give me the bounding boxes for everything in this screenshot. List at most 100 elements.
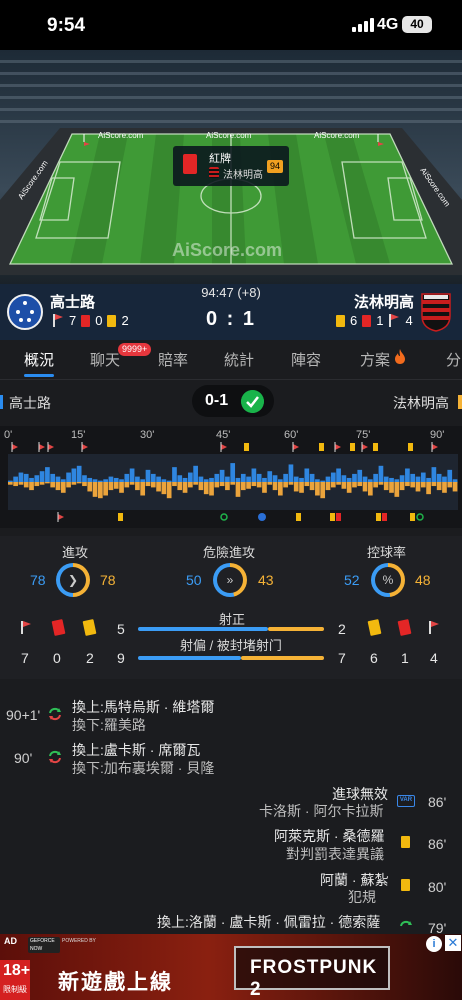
away-pressure-bar xyxy=(113,482,119,489)
away-pressure-bar xyxy=(405,482,410,487)
home-pressure-bar xyxy=(188,472,193,482)
home-pressure-bar xyxy=(156,476,161,482)
tab-odds[interactable]: 賠率 xyxy=(158,349,188,370)
away-pressure-bar xyxy=(293,482,299,492)
home-pressure-bar xyxy=(293,476,299,482)
away-pressure-bar xyxy=(251,482,257,487)
red-card-icon xyxy=(362,314,372,327)
away-pressure-bar xyxy=(71,482,77,485)
event-title: 換上:洛蘭 · 盧卡斯 · 佩雷拉 · 德索薩 xyxy=(157,914,381,930)
home-pressure-bar xyxy=(325,476,331,482)
home-pressure-bar xyxy=(140,479,146,482)
home-pressure-bar xyxy=(330,472,336,482)
home-pressure-bar xyxy=(50,473,56,482)
on-target-home: 5 xyxy=(117,621,125,637)
danger-ring: » xyxy=(213,563,247,597)
home-pressure-bar xyxy=(124,473,130,482)
tab-lineups[interactable]: 陣容 xyxy=(291,349,321,370)
away-pressure-bar xyxy=(108,482,114,491)
away-pressure-bar xyxy=(240,482,246,491)
away-pressure-bar xyxy=(235,482,241,497)
home-pressure-bar xyxy=(87,477,93,482)
clock-time: 9:54 xyxy=(47,15,86,36)
ad-close-icon[interactable]: ✕ xyxy=(445,935,461,951)
score-short: 0-1 xyxy=(205,392,229,409)
red-card-icon xyxy=(81,314,91,327)
off-target-home: 9 xyxy=(117,650,125,666)
powered-by: POWERED BY xyxy=(62,938,96,944)
team-flag-icon xyxy=(209,167,219,178)
away-red-count: 1 xyxy=(401,650,409,666)
tab-overview[interactable]: 概況 xyxy=(24,349,54,370)
yellow-card-icon xyxy=(401,836,410,848)
home-color-marker xyxy=(0,395,3,409)
home-pressure-bar xyxy=(103,479,108,482)
away-pressure-bar xyxy=(304,482,310,487)
danger-label: 危險進攻 xyxy=(203,545,256,560)
away-pressure-bar xyxy=(156,482,161,492)
possession-label: 控球率 xyxy=(367,545,407,560)
popup-label: 紅牌 xyxy=(209,153,231,165)
tab-tips[interactable]: 方案 xyxy=(360,349,390,370)
away-pressure-bar xyxy=(34,482,40,487)
off-target-away: 7 xyxy=(338,650,346,666)
away-pressure-bar xyxy=(166,482,172,499)
tab-chat[interactable]: 聊天 xyxy=(90,349,120,370)
pitch-watermark: AiScore.com xyxy=(172,240,282,260)
yellow-card-icon xyxy=(107,314,117,327)
away-pressure-bar xyxy=(150,482,156,488)
home-pressure-bar xyxy=(426,477,431,482)
home-pressure-bar xyxy=(346,477,352,482)
away-pressure-bar xyxy=(256,482,262,488)
home-team-label: 高士路 xyxy=(9,395,51,411)
danger-home-value: 50 xyxy=(186,572,202,588)
away-pressure-bar xyxy=(272,482,278,491)
home-pressure-bar xyxy=(240,473,246,482)
popup-team: 法林明高 xyxy=(223,170,263,181)
away-card-summary: 6 1 4 xyxy=(336,313,413,328)
substitution-icon xyxy=(400,920,412,927)
tab-stats[interactable]: 統計 xyxy=(224,349,254,370)
away-yellow: 6 xyxy=(350,313,358,328)
corner-flag-icon xyxy=(388,314,400,327)
home-pressure-bar xyxy=(135,476,140,482)
home-pressure-bar xyxy=(283,473,288,482)
possession-away-value: 48 xyxy=(415,572,431,588)
home-pressure-bar xyxy=(13,476,18,482)
ad-banner[interactable]: AD GEFORCE NOW POWERED BY 18+ 限制級 新遊戲上線 … xyxy=(0,934,462,1000)
away-pressure-bar xyxy=(389,482,394,493)
chevron-right-icon: ❯ xyxy=(60,567,86,593)
home-pressure-bar xyxy=(256,473,262,482)
home-pressure-bar xyxy=(357,469,363,482)
home-pressure-bar xyxy=(177,475,183,482)
chat-count-badge: 9999+ xyxy=(118,343,152,356)
rating-sub: 限制級 xyxy=(3,985,27,994)
away-color-marker xyxy=(458,395,462,409)
away-pressure-bar xyxy=(447,482,453,488)
ad-info-icon[interactable]: i xyxy=(426,936,442,952)
popup-minute: 94 xyxy=(267,160,283,173)
home-pressure-bar xyxy=(34,475,40,482)
home-pressure-bar xyxy=(45,467,50,482)
home-pressure-bar xyxy=(362,476,368,482)
tab-more[interactable]: 分 xyxy=(446,349,461,370)
home-pressure-bar xyxy=(8,480,13,482)
home-pressure-bar xyxy=(447,469,453,482)
event-detail: 卡洛斯 · 阿尔卡拉斯 xyxy=(259,803,384,819)
away-pressure-bar xyxy=(60,482,66,493)
home-pressure-bar xyxy=(309,473,315,482)
home-corners-count: 7 xyxy=(21,650,29,666)
home-pressure-bar xyxy=(410,473,416,482)
away-pressure-bar xyxy=(98,482,103,499)
home-yellow: 2 xyxy=(121,313,129,328)
event-minute: 86' xyxy=(428,794,447,810)
home-pressure-bar xyxy=(336,468,341,482)
away-pressure-bar xyxy=(140,482,146,496)
away-pressure-bar xyxy=(442,482,447,493)
away-pressure-bar xyxy=(362,482,368,492)
home-pressure-bar xyxy=(113,477,119,482)
away-pressure-bar xyxy=(288,482,294,485)
on-target-away-bar xyxy=(268,627,324,631)
home-pressure-bar xyxy=(230,463,236,482)
away-pressure-bar xyxy=(172,482,177,487)
